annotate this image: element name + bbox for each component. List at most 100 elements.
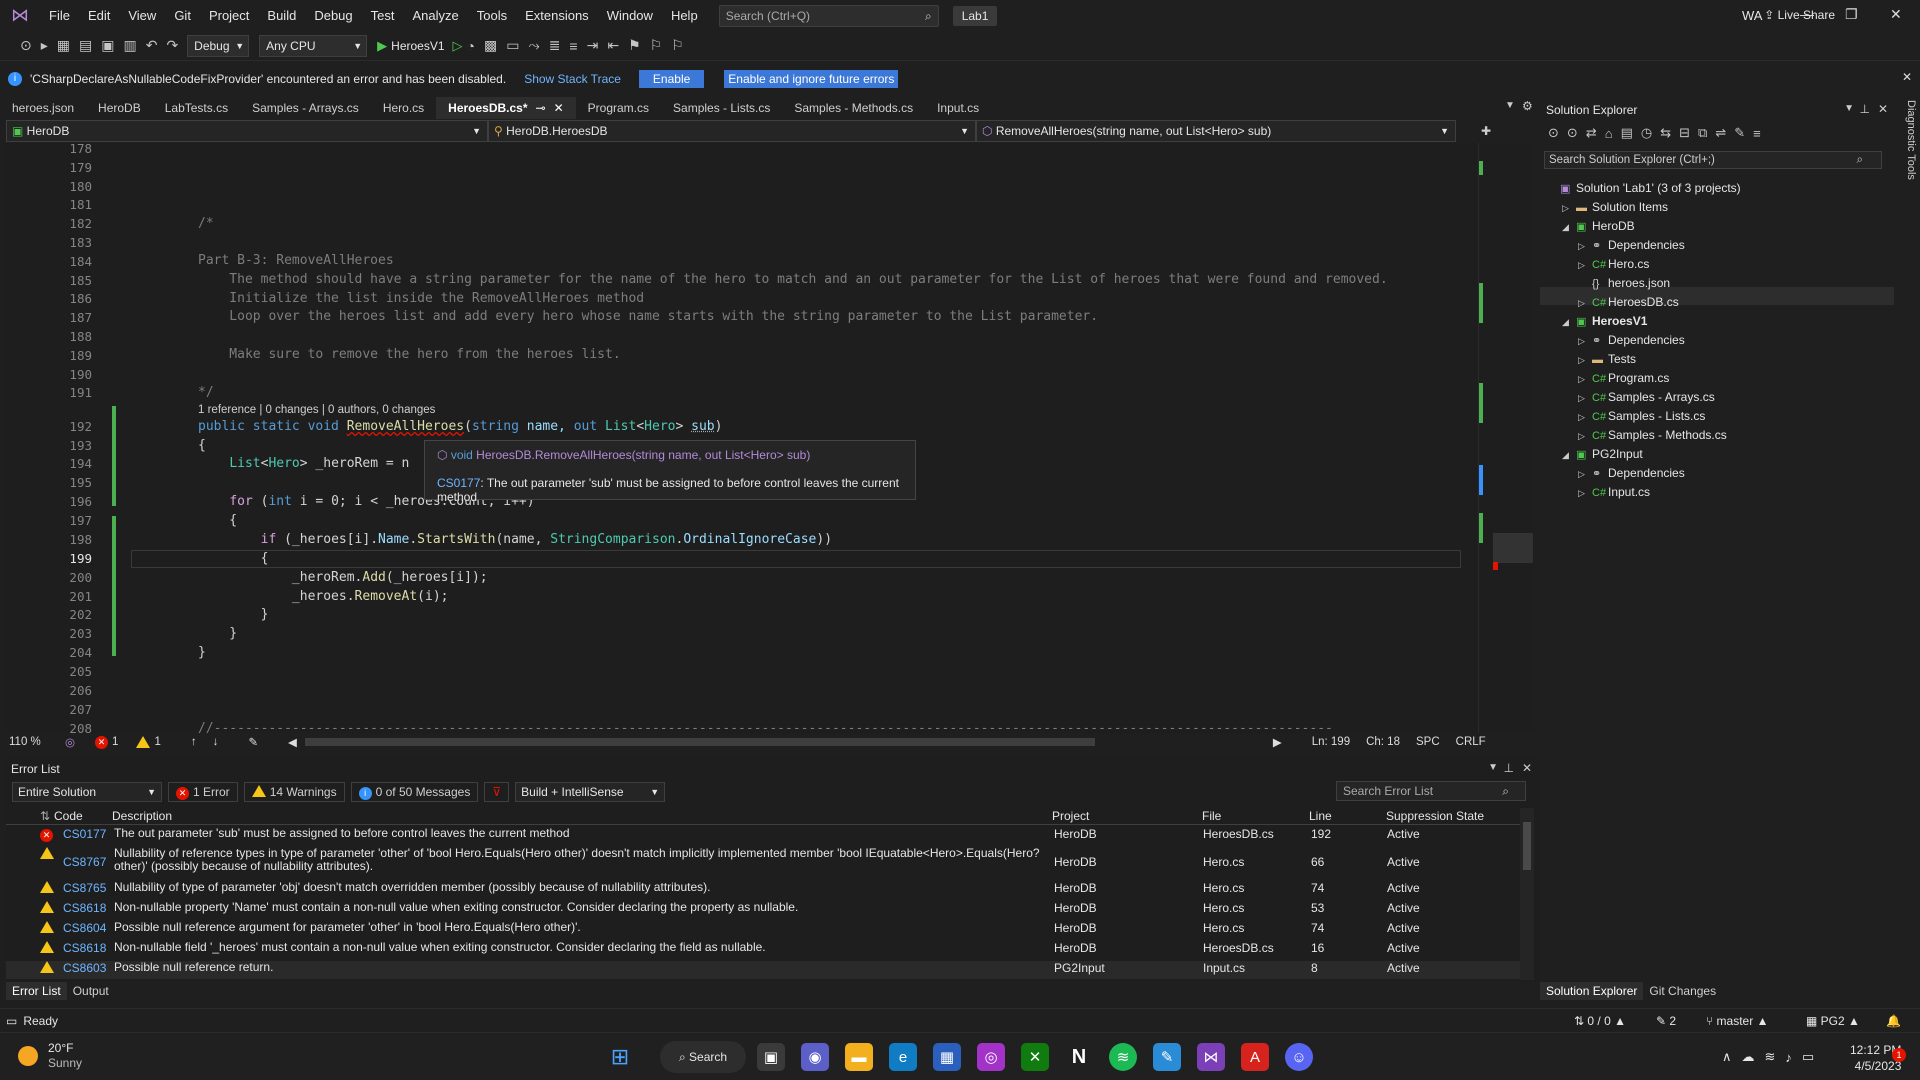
tab-samples-lists-cs[interactable]: Samples - Lists.cs <box>661 97 782 119</box>
member-dropdown[interactable]: ⬡ RemoveAllHeroes(string name, out List<… <box>976 120 1456 142</box>
step-icon[interactable]: ⤳ <box>528 37 539 54</box>
new-project-icon[interactable]: ▦ <box>57 37 70 54</box>
tree-node-samples-methods-cs[interactable]: ▷ C# Samples - Methods.cs <box>1578 428 1727 442</box>
paint-icon[interactable]: ✎ <box>1153 1043 1181 1071</box>
start-debug-icon[interactable]: ▶ <box>377 38 387 54</box>
table-row[interactable]: CS8618 Non-nullable field '_heroes' must … <box>6 941 1526 959</box>
panel-tab-solution-explorer[interactable]: Solution Explorer <box>1540 982 1644 1000</box>
onedrive-icon[interactable]: ☁ <box>1742 1049 1755 1065</box>
close-panel-icon[interactable]: ✕ <box>1878 102 1888 116</box>
table-row[interactable]: CS8767 Nullability of reference types in … <box>6 847 1526 875</box>
close-info-icon[interactable]: ✕ <box>1902 70 1912 84</box>
app-icon[interactable]: ◎ <box>977 1043 1005 1071</box>
panel-tab-git-changes[interactable]: Git Changes <box>1643 982 1722 1000</box>
browse-icon[interactable]: ▩ <box>484 37 497 54</box>
pin-icon[interactable]: ⊥ <box>1504 761 1514 775</box>
forward-icon[interactable]: ▸ <box>41 37 48 54</box>
menu-item-test[interactable]: Test <box>362 0 404 31</box>
pending-changes-icon[interactable]: ◷ <box>1641 125 1652 141</box>
error-code[interactable]: CS8765 <box>63 881 106 895</box>
error-list-search[interactable]: Search Error List ⌕ <box>1336 781 1526 801</box>
uncomment-icon[interactable]: ≡ <box>569 38 577 54</box>
switch-view-icon[interactable]: ▤ <box>1621 125 1633 141</box>
tab-heroesdb-cs-[interactable]: HeroesDB.cs* ⊸ ✕ <box>436 97 576 119</box>
warnings-filter-button[interactable]: 14 Warnings <box>243 782 345 802</box>
tab-samples-methods-cs[interactable]: Samples - Methods.cs <box>782 97 925 119</box>
show-stack-trace-link[interactable]: Show Stack Trace <box>524 72 621 86</box>
acrobat-icon[interactable]: A <box>1241 1043 1269 1071</box>
expand-icon[interactable]: ▷ <box>1578 336 1592 347</box>
whitespace-indicator[interactable]: SPC <box>1416 736 1440 748</box>
chat-icon[interactable]: ◉ <box>801 1043 829 1071</box>
open-icon[interactable]: ▤ <box>79 37 92 54</box>
tree-node-herodb[interactable]: ◢ ▣ HeroDB <box>1562 219 1635 233</box>
column-header-line[interactable]: Line <box>1309 809 1332 823</box>
expand-icon[interactable]: ◢ <box>1562 222 1576 233</box>
table-row[interactable]: ✕ CS0177 The out parameter 'sub' must be a… <box>6 827 1526 845</box>
save-icon[interactable]: ▣ <box>101 37 114 54</box>
file-explorer-icon[interactable]: ▬ <box>845 1043 873 1071</box>
tree-node-samples-lists-cs[interactable]: ▷ C# Samples - Lists.cs <box>1578 409 1705 423</box>
tree-node-solution-lab1-3-of-3-projects-[interactable]: ▣ Solution 'Lab1' (3 of 3 projects) <box>1546 181 1741 195</box>
expand-icon[interactable]: ▷ <box>1578 260 1592 271</box>
messages-filter-button[interactable]: i0 of 50 Messages <box>350 782 479 802</box>
tree-node-dependencies[interactable]: ▷ ⚭ Dependencies <box>1578 238 1685 252</box>
branch-selector[interactable]: ⑂ master ▲ <box>1706 1014 1768 1028</box>
bookmark-icon[interactable]: ⚑ <box>628 37 641 54</box>
next-bookmark-icon[interactable]: ⚐ <box>671 37 684 54</box>
undo-icon[interactable]: ↶ <box>146 37 158 54</box>
pin-icon[interactable]: ⊥ <box>1860 102 1870 116</box>
tab-overflow-icon[interactable]: ▼ <box>1505 100 1515 111</box>
error-count[interactable]: 1 <box>112 736 118 748</box>
search-input[interactable]: Search (Ctrl+Q) ⌕ <box>718 4 939 27</box>
tab-program-cs[interactable]: Program.cs <box>576 97 661 119</box>
column-header-file[interactable]: File <box>1202 809 1221 823</box>
pending-edits[interactable]: ✎ 2 <box>1656 1014 1676 1028</box>
tab-heroes-json[interactable]: heroes.json <box>0 97 86 119</box>
indent-icon[interactable]: ⇥ <box>587 37 599 54</box>
hot-reload-icon[interactable]: ◔ <box>467 38 475 54</box>
pin-tab-icon[interactable]: ⊸ <box>536 101 546 115</box>
error-code[interactable]: CS8618 <box>63 901 106 915</box>
copilot-icon[interactable]: ◎ <box>65 735 75 749</box>
zoom-level[interactable]: 110 % <box>9 736 65 748</box>
prev-bookmark-icon[interactable]: ⚐ <box>650 37 663 54</box>
tree-node-tests[interactable]: ▷ ▬ Tests <box>1578 352 1636 366</box>
enable-ignore-button[interactable]: Enable and ignore future errors <box>724 70 899 88</box>
tree-node-dependencies[interactable]: ▷ ⚭ Dependencies <box>1578 333 1685 347</box>
tree-node-hero-cs[interactable]: ▷ C# Hero.cs <box>1578 257 1649 271</box>
error-code[interactable]: CS8767 <box>63 855 106 869</box>
table-row[interactable]: CS8618 Non-nullable property 'Name' must … <box>6 901 1526 919</box>
scope-dropdown[interactable]: Entire Solution ▼ <box>12 782 162 802</box>
wifi-icon[interactable]: ≋ <box>1765 1049 1776 1065</box>
taskbar-search[interactable]: ⌕ Search <box>660 1041 746 1073</box>
menu-item-file[interactable]: File <box>40 0 79 31</box>
column-header-suppression[interactable]: Suppression State <box>1386 809 1484 823</box>
tab-input-cs[interactable]: Input.cs <box>925 97 991 119</box>
tree-node-heroes-json[interactable]: {} heroes.json <box>1578 276 1670 290</box>
notification-badge[interactable]: 1 <box>1892 1048 1906 1062</box>
table-row[interactable]: CS8765 Nullability of type of parameter '… <box>6 881 1526 899</box>
expand-icon[interactable]: ▷ <box>1578 412 1592 423</box>
minimap-scrollbar[interactable] <box>1478 143 1534 733</box>
sync-status[interactable]: ⇅ 0 / 0 ▲ <box>1574 1014 1626 1028</box>
expand-icon[interactable]: ▷ <box>1562 203 1576 214</box>
expand-icon[interactable]: ▷ <box>1578 431 1592 442</box>
tree-node-pg2input[interactable]: ◢ ▣ PG2Input <box>1562 447 1643 461</box>
menu-item-tools[interactable]: Tools <box>468 0 516 31</box>
sync-icon[interactable]: ⇄ <box>1586 125 1597 141</box>
tree-node-heroesv1[interactable]: ◢ ▣ HeroesV1 <box>1562 314 1647 328</box>
code-editor[interactable]: 178 179 180 181 182 183 184 185 186 187 188 189 190 1… <box>6 143 1482 733</box>
tab-herodb[interactable]: HeroDB <box>86 97 153 119</box>
tree-node-program-cs[interactable]: ▷ C# Program.cs <box>1578 371 1669 385</box>
configuration-dropdown[interactable]: Debug ▼ <box>187 34 250 57</box>
menu-item-git[interactable]: Git <box>165 0 200 31</box>
start-without-debug-icon[interactable]: ▷ <box>453 38 463 54</box>
prev-issue-icon[interactable]: ↑ <box>191 736 197 748</box>
task-view-icon[interactable]: ▣ <box>757 1043 785 1071</box>
menu-item-edit[interactable]: Edit <box>79 0 119 31</box>
tray-overflow-icon[interactable]: ∧ <box>1722 1049 1732 1065</box>
bottom-tab-error-list[interactable]: Error List <box>6 982 67 1000</box>
xbox-icon[interactable]: ✕ <box>1021 1043 1049 1071</box>
build-filter-dropdown[interactable]: Build + IntelliSense ▼ <box>515 782 666 802</box>
